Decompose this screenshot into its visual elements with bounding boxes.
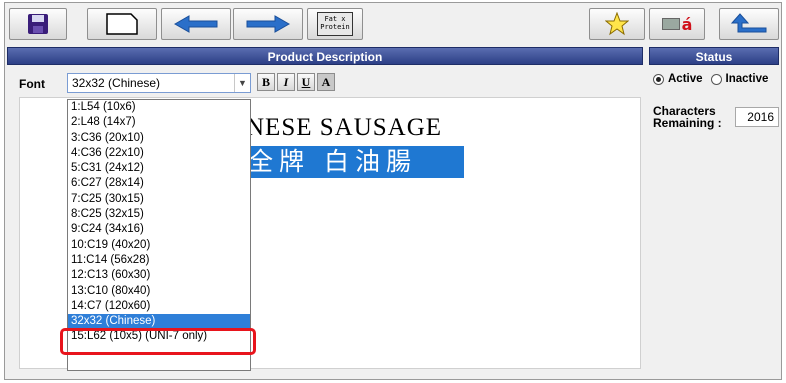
selection-highlight-box xyxy=(60,328,256,355)
inactive-label: Inactive xyxy=(725,73,769,85)
language-button[interactable]: á xyxy=(649,8,705,40)
chevron-down-icon[interactable]: ▼ xyxy=(234,74,250,92)
status-radio-group: Active Inactive xyxy=(653,73,768,85)
font-option[interactable]: 10:C19 (40x20) xyxy=(68,238,250,253)
favorite-button[interactable] xyxy=(589,8,645,40)
font-option[interactable]: 9:C24 (34x16) xyxy=(68,222,250,237)
return-arrow-icon xyxy=(730,13,767,33)
app-window: Fat x Protein á Product Description Statu… xyxy=(4,2,782,380)
next-button[interactable] xyxy=(233,8,303,40)
bold-button[interactable]: B xyxy=(257,73,275,91)
font-option[interactable]: 8:C25 (32x15) xyxy=(68,207,250,222)
font-format-icon: Fat x Protein xyxy=(317,12,353,36)
characters-remaining-value: 2016 xyxy=(735,107,779,127)
font-option[interactable]: 3:C36 (20x10) xyxy=(68,131,250,146)
font-option[interactable]: 5:C31 (24x12) xyxy=(68,161,250,176)
font-label: Font xyxy=(19,77,45,91)
characters-remaining-label: Characters Remaining : xyxy=(653,105,723,129)
save-button[interactable] xyxy=(9,8,67,40)
new-document-icon xyxy=(106,13,138,35)
font-option[interactable]: 14:C7 (120x60) xyxy=(68,299,250,314)
star-icon xyxy=(605,12,629,36)
characters-label-line2: Remaining : xyxy=(653,116,722,130)
previous-button[interactable] xyxy=(161,8,231,40)
font-option[interactable]: 1:L54 (10x6) xyxy=(68,100,250,115)
toolbar: Fat x Protein á xyxy=(5,3,781,45)
format-button[interactable]: Fat x Protein xyxy=(307,8,363,40)
status-panel: Active Inactive Characters Remaining : 2… xyxy=(649,69,781,375)
font-option[interactable]: 11:C14 (56x28) xyxy=(68,253,250,268)
font-option[interactable]: 6:C27 (28x14) xyxy=(68,176,250,191)
product-description-header: Product Description xyxy=(7,47,643,65)
underline-button[interactable]: U xyxy=(297,73,315,91)
back-button[interactable] xyxy=(719,8,779,40)
italic-button[interactable]: I xyxy=(277,73,295,91)
font-option[interactable]: 4:C36 (22x10) xyxy=(68,146,250,161)
font-option[interactable]: 7:C25 (30x15) xyxy=(68,192,250,207)
active-label: Active xyxy=(668,73,703,85)
active-radio[interactable] xyxy=(653,73,664,85)
font-option[interactable]: 2:L48 (14x7) xyxy=(68,115,250,130)
status-header: Status xyxy=(649,47,779,65)
font-option[interactable]: 13:C10 (80x40) xyxy=(68,284,250,299)
description-line-1: NESE SAUSAGE xyxy=(246,114,443,141)
font-option[interactable]: 12:C13 (60x30) xyxy=(68,268,250,283)
highlight-button[interactable]: A xyxy=(317,73,335,91)
arrow-left-icon xyxy=(173,15,218,33)
font-select-value: 32x32 (Chinese) xyxy=(72,76,161,90)
font-select[interactable]: 32x32 (Chinese) ▼ xyxy=(67,73,251,93)
new-button[interactable] xyxy=(87,8,157,40)
arrow-right-icon xyxy=(246,15,291,33)
inactive-radio[interactable] xyxy=(710,73,722,85)
description-line-2: 全牌 白油腸 xyxy=(246,146,464,178)
save-icon xyxy=(28,14,48,34)
language-icon: á xyxy=(661,15,692,34)
